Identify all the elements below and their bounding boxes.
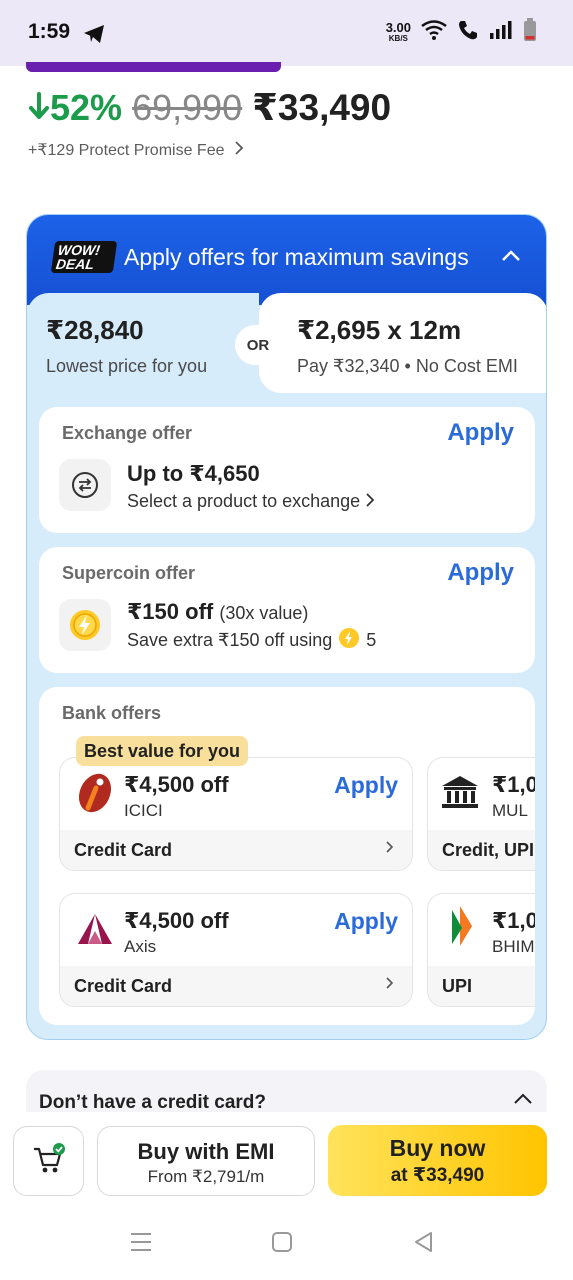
buy-now-button[interactable]: Buy now at ₹33,490	[328, 1125, 547, 1196]
bank-offer-mul[interactable]: ₹1,0 MUL Credit, UPI	[427, 757, 535, 871]
coin-icon	[338, 627, 360, 654]
lowest-price-label: Lowest price for you	[46, 356, 208, 376]
exchange-offer-title: Exchange offer	[62, 423, 193, 443]
supercoin-count: 5	[366, 630, 377, 650]
signal-icon	[489, 20, 513, 45]
best-value-badge: Best value for you	[76, 736, 249, 766]
card-type: Credit Card	[74, 976, 173, 996]
wow-text: WOW!	[56, 242, 102, 258]
telegram-icon	[83, 24, 105, 49]
supercoin-apply-button[interactable]: Apply	[447, 559, 514, 587]
supercoin-sub-text: Save extra ₹150 off using	[127, 630, 333, 650]
supercoin-extra: (30x value)	[219, 603, 309, 623]
status-time: 1:59	[28, 20, 71, 43]
emi-label: Pay ₹32,340 • No Cost EMI	[297, 356, 518, 376]
bank-name: Axis	[124, 937, 157, 956]
card-type: Credit, UPI	[442, 840, 535, 860]
chevron-right-icon	[386, 976, 394, 994]
promo-strip	[26, 62, 281, 72]
supercoin-main: ₹150 off (30x value)	[127, 599, 308, 625]
chevron-right-icon	[386, 840, 394, 858]
bank-name: BHIM	[492, 937, 535, 956]
offers-card: WOW! DEAL Apply offers for maximum saving…	[26, 214, 547, 1040]
supercoin-sub: Save extra ₹150 off using 5	[127, 627, 376, 654]
supercoin-offer-card[interactable]: Supercoin offer Apply ₹150 off (30x valu…	[39, 547, 535, 673]
emi-amount: ₹2,695 x 12m	[297, 315, 462, 345]
or-badge: OR	[235, 325, 281, 365]
exchange-sub[interactable]: Select a product to exchange	[127, 491, 375, 512]
bank-offer-amount: ₹1,0	[492, 772, 535, 797]
supercoin-amount: ₹150 off	[127, 599, 214, 624]
lowest-price-panel[interactable]: ₹28,840 Lowest price for you	[27, 293, 259, 405]
bank-apply-button[interactable]: Apply	[334, 772, 398, 799]
bottom-action-bar: Buy with EMI From ₹2,791/m Buy now at ₹3…	[0, 1112, 573, 1208]
system-nav-bar	[0, 1208, 573, 1280]
bank-offer-amount: ₹4,500 off	[124, 772, 229, 797]
bank-offer-amount: ₹4,500 off	[124, 908, 229, 933]
menu-icon[interactable]	[129, 1230, 153, 1259]
chevron-right-icon	[366, 491, 375, 512]
bank-offer-axis[interactable]: ₹4,500 off Axis Apply Credit Card	[59, 893, 413, 1007]
discount: 52%	[28, 87, 122, 129]
bank-offer-icici[interactable]: ₹4,500 off ICICI Apply Credit Card	[59, 757, 413, 871]
exchange-main: Up to ₹4,650	[127, 461, 260, 486]
bank-offer-bhim[interactable]: ₹1,0 BHIM UPI	[427, 893, 535, 1007]
bank-offers-title: Bank offers	[62, 703, 162, 723]
emi-button-sub: From ₹2,791/m	[147, 1167, 265, 1186]
bank-card-footer: Credit, UPI	[428, 830, 535, 870]
back-icon[interactable]	[412, 1230, 434, 1259]
status-icons: 3.00 KB/S	[386, 18, 537, 47]
deal-text: DEAL	[54, 256, 96, 272]
chevron-up-icon[interactable]	[502, 249, 520, 267]
offers-title: Apply offers for maximum savings	[124, 244, 469, 270]
supercoin-icon	[59, 599, 111, 651]
cart-button[interactable]	[13, 1126, 84, 1196]
chevron-right-icon	[235, 141, 244, 159]
bank-name: ICICI	[124, 801, 163, 820]
protect-promise-fee[interactable]: +₹129 Protect Promise Fee	[28, 140, 244, 160]
mrp-price: 69,990	[132, 87, 243, 128]
icici-logo-icon	[78, 773, 112, 813]
exchange-apply-button[interactable]: Apply	[447, 419, 514, 447]
card-type: Credit Card	[74, 840, 173, 860]
chevron-up-icon[interactable]	[513, 1092, 533, 1110]
network-speed: 3.00 KB/S	[386, 21, 411, 44]
buy-button-sub: at ₹33,490	[390, 1165, 485, 1186]
discount-percent: 52%	[50, 87, 123, 128]
emi-price-panel[interactable]: ₹2,695 x 12m Pay ₹32,340 • No Cost EMI	[259, 293, 546, 393]
status-bar: 1:59 3.00 KB/S	[0, 0, 573, 66]
final-price: ₹33,490	[252, 87, 392, 128]
call-icon	[457, 19, 479, 46]
bank-card-footer: Credit Card	[60, 966, 412, 1006]
buy-button-title: Buy now	[389, 1135, 486, 1161]
battery-icon	[523, 18, 537, 47]
axis-logo-icon	[78, 914, 112, 944]
exchange-icon	[59, 459, 111, 511]
bank-card-footer: Credit Card	[60, 830, 412, 870]
wow-deal-logo: WOW! DEAL	[50, 241, 118, 273]
no-credit-card-title: Don’t have a credit card?	[39, 1092, 267, 1113]
bank-apply-button[interactable]: Apply	[334, 908, 398, 935]
bank-building-icon	[442, 776, 478, 808]
card-type: UPI	[442, 976, 473, 996]
down-arrow-icon	[28, 87, 50, 129]
offers-header[interactable]: WOW! DEAL Apply offers for maximum saving…	[27, 215, 546, 305]
home-icon[interactable]	[271, 1230, 293, 1259]
lowest-price: ₹28,840	[46, 315, 144, 345]
protect-fee-text: +₹129 Protect Promise Fee	[28, 142, 225, 159]
wifi-icon	[421, 20, 447, 45]
bhim-logo-icon	[452, 906, 472, 946]
bank-offer-amount: ₹1,0	[492, 908, 535, 933]
bank-card-footer: UPI	[428, 966, 535, 1006]
price-row: 52% 69,990 ₹33,490	[28, 86, 391, 129]
emi-button-title: Buy with EMI	[137, 1139, 275, 1164]
buy-with-emi-button[interactable]: Buy with EMI From ₹2,791/m	[97, 1126, 315, 1196]
bank-name: MUL	[492, 801, 528, 820]
supercoin-offer-title: Supercoin offer	[62, 563, 196, 583]
exchange-offer-card[interactable]: Exchange offer Apply Up to ₹4,650 Select…	[39, 407, 535, 533]
cart-icon	[32, 1142, 66, 1180]
exchange-sub-text: Select a product to exchange	[127, 491, 361, 511]
speed-unit: KB/S	[388, 33, 408, 43]
